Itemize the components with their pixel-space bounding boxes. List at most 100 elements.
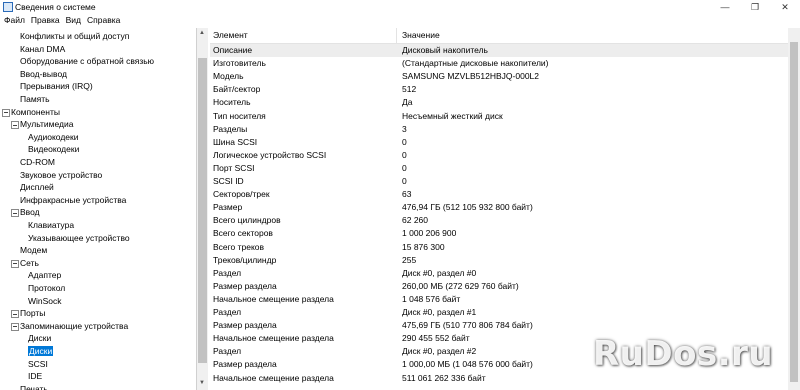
table-row[interactable]: SCSI ID 0 — [210, 175, 788, 188]
collapse-toggle-icon[interactable] — [11, 322, 19, 331]
column-header-value[interactable]: Значение — [402, 30, 440, 40]
table-row[interactable]: Размер 476,94 ГБ (512 105 932 800 байт) — [210, 201, 788, 214]
category-tree: Конфликты и общий доступ Канал DMA Оборудо… — [0, 28, 197, 390]
tree-item[interactable]: Инфракрасные устройства — [20, 194, 126, 207]
tree-item[interactable]: SCSI — [28, 358, 48, 371]
item-cell: Размер — [213, 202, 243, 213]
tree-item[interactable]: Аудиокодеки — [28, 131, 79, 144]
value-cell: Диск #0, раздел #0 — [402, 267, 477, 278]
tree-item[interactable]: Клавиатура — [28, 219, 74, 232]
tree-item[interactable]: Указывающее устройство — [28, 232, 130, 245]
table-row[interactable]: Логическое устройство SCSI 0 — [210, 149, 788, 162]
menu-view[interactable]: Вид — [63, 14, 84, 26]
table-row[interactable]: Шина SCSI 0 — [210, 136, 788, 149]
tree-item[interactable]: Печать — [20, 383, 48, 390]
title-bar: Сведения о системе — ❐ ✕ — [0, 0, 800, 14]
collapse-toggle-icon[interactable] — [11, 121, 19, 130]
tree-item-label: Ввод-вывод — [20, 68, 67, 79]
tree-item[interactable]: Канал DMA — [20, 43, 65, 56]
restore-button[interactable]: ❐ — [740, 0, 770, 14]
table-row[interactable]: Размер раздела 260,00 МБ (272 629 760 бай… — [210, 280, 788, 293]
table-row[interactable]: Изготовитель (Стандартные дисковые накопи… — [210, 57, 788, 70]
tree-item[interactable]: Протокол — [28, 282, 65, 295]
tree-item[interactable]: Мультимедиа — [11, 118, 73, 131]
tree-scrollbar[interactable]: ▲ ▼ — [197, 28, 208, 390]
collapse-toggle-icon[interactable] — [11, 209, 19, 218]
item-cell: Описание — [213, 45, 253, 55]
item-cell: Байт/сектор — [213, 84, 261, 95]
table-row[interactable]: Раздел Диск #0, раздел #0 — [210, 267, 788, 280]
watermark-text: RuDos.ru — [593, 334, 774, 374]
table-row[interactable]: Секторов/трек 63 — [210, 188, 788, 201]
tree-item-label: Печать — [20, 383, 48, 390]
item-cell: Тип носителя — [213, 110, 266, 121]
tree-item[interactable]: Сеть — [11, 257, 39, 270]
item-cell: Изготовитель — [213, 58, 266, 69]
tree-item-label: Порты — [20, 308, 46, 319]
tree-item[interactable]: Видеокодеки — [28, 143, 79, 156]
menu-file[interactable]: Файл — [1, 14, 28, 26]
tree-item[interactable]: Диски — [28, 345, 54, 358]
table-row[interactable]: Носитель Да — [210, 96, 788, 109]
tree-item[interactable]: Ввод — [11, 206, 40, 219]
item-cell: Размер раздела — [213, 320, 277, 331]
table-row[interactable]: Разделы 3 — [210, 123, 788, 136]
minimize-button[interactable]: — — [710, 0, 740, 14]
tree-item[interactable]: Оборудование с обратной связью — [20, 55, 154, 68]
tree-item[interactable]: WinSock — [28, 295, 62, 308]
tree-item[interactable]: Диски — [28, 332, 51, 345]
menu-edit[interactable]: Правка — [28, 14, 63, 26]
tree-item-label: CD-ROM — [20, 157, 55, 167]
table-row[interactable]: Всего треков 15 876 300 — [210, 241, 788, 254]
tree-item[interactable]: Прерывания (IRQ) — [20, 80, 93, 93]
tree-scroll-thumb[interactable] — [198, 58, 207, 363]
table-row[interactable]: Тип носителя Несъемный жесткий диск — [210, 110, 788, 123]
tree-item-label: Протокол — [28, 283, 66, 293]
value-cell: 3 — [402, 123, 407, 134]
column-header-item[interactable]: Элемент — [213, 30, 248, 40]
table-row[interactable]: Начальное смещение раздела 1 048 576 байт — [210, 293, 788, 306]
value-cell: (Стандартные дисковые накопители) — [402, 58, 549, 69]
menu-help[interactable]: Справка — [84, 14, 123, 26]
table-row[interactable]: Байт/сектор 512 — [210, 83, 788, 96]
value-cell: Несъемный жесткий диск — [402, 110, 503, 121]
tree-item-label: Прерывания (IRQ) — [20, 81, 93, 92]
tree-item[interactable]: Порты — [11, 307, 46, 320]
tree-item[interactable]: IDE — [28, 370, 42, 383]
tree-item[interactable]: Ввод-вывод — [20, 68, 67, 81]
tree-item[interactable]: CD-ROM — [20, 156, 55, 169]
table-scroll-thumb[interactable] — [790, 42, 798, 382]
table-row[interactable]: Всего секторов 1 000 206 900 — [210, 227, 788, 240]
tree-item-label: Компоненты — [11, 106, 60, 117]
value-cell: 512 — [402, 84, 417, 95]
item-cell: Секторов/трек — [213, 189, 270, 200]
collapse-toggle-icon[interactable] — [2, 108, 10, 117]
table-row[interactable]: Раздел Диск #0, раздел #1 — [210, 306, 788, 319]
tree-item[interactable]: Дисплей — [20, 181, 54, 194]
table-row[interactable]: Размер раздела 475,69 ГБ (510 770 806 784… — [210, 319, 788, 332]
tree-item[interactable]: Конфликты и общий доступ — [20, 30, 129, 43]
collapse-toggle-icon[interactable] — [11, 310, 19, 319]
table-row[interactable]: Всего цилиндров 62 260 — [210, 214, 788, 227]
tree-item[interactable]: Компоненты — [2, 106, 60, 119]
value-cell: 0 — [402, 176, 407, 186]
tree-item[interactable]: Запоминающие устройства — [11, 320, 128, 333]
tree-item-label: Инфракрасные устройства — [20, 194, 127, 205]
table-row[interactable]: Треков/цилиндр 255 — [210, 254, 788, 267]
table-row[interactable]: Модель SAMSUNG MZVLB512HBJQ-000L2 — [210, 70, 788, 83]
item-cell: Всего цилиндров — [213, 215, 281, 226]
table-row[interactable]: Описание Дисковый накопитель — [210, 44, 788, 58]
collapse-toggle-icon[interactable] — [11, 259, 19, 268]
table-row[interactable]: Порт SCSI 0 — [210, 162, 788, 175]
tree-item[interactable]: Модем — [20, 244, 47, 257]
watermark: RuDos.ru — [587, 332, 800, 380]
tree-item[interactable]: Звуковое устройство — [20, 169, 102, 182]
scroll-down-arrow-icon[interactable]: ▼ — [199, 380, 205, 386]
item-cell: Раздел — [213, 267, 242, 278]
tree-item-label: Ввод — [20, 207, 40, 218]
column-divider[interactable] — [396, 28, 397, 43]
tree-item[interactable]: Адаптер — [28, 269, 61, 282]
scroll-up-arrow-icon[interactable]: ▲ — [199, 30, 205, 36]
tree-item[interactable]: Память — [20, 93, 50, 106]
close-button[interactable]: ✕ — [770, 0, 800, 14]
